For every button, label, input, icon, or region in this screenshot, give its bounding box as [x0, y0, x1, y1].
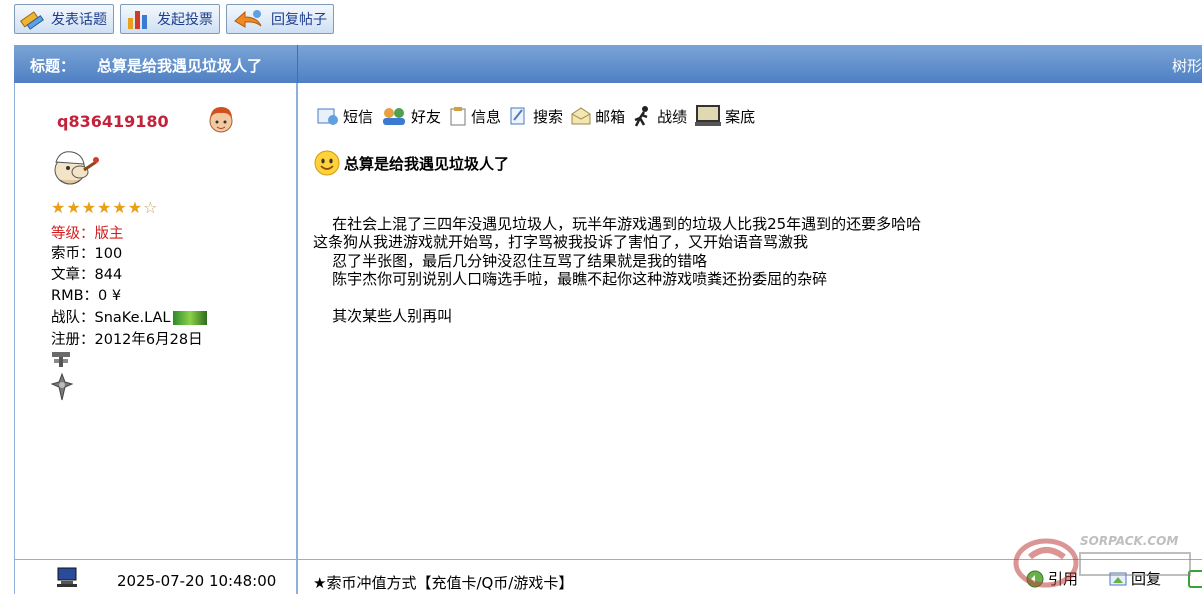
articles-value: 844: [94, 267, 123, 283]
case-link[interactable]: 案底: [694, 104, 755, 128]
empty-star-icon: ☆: [143, 198, 158, 217]
register-label: 注册：: [51, 332, 95, 348]
title-divider: [297, 45, 298, 83]
coin-recharge-link[interactable]: ★索币冲值方式【充值卡/Q币/游戏卡】: [313, 572, 573, 593]
post-body: 在社会上混了三四年没遇见垃圾人，玩半年游戏遇到的垃圾人比我25年遇到的还要多哈哈…: [313, 196, 921, 344]
message-link[interactable]: 短信: [316, 106, 373, 127]
articles-label: 文章：: [51, 267, 95, 283]
search-link[interactable]: 搜索: [508, 106, 563, 127]
topic-title-bar: 标题： 总算是给我遇见垃圾人了 树形: [14, 45, 1202, 83]
friends-icon: [383, 108, 406, 125]
medal-cross-icon: [51, 372, 73, 401]
star-icon: ★: [127, 198, 143, 217]
envelope-icon: [571, 107, 591, 125]
popeye-avatar: [54, 151, 99, 185]
user-coins: 索币：100: [51, 245, 122, 263]
register-value: 2012年6月28日: [94, 332, 203, 348]
quote-icon: [1026, 570, 1044, 587]
user-articles: 文章：844: [51, 266, 122, 284]
tree-view-link[interactable]: 树形: [1172, 55, 1202, 76]
star-icon: ★: [66, 198, 81, 217]
post-line: 忍了半张图，最后几分钟没忍住互骂了结果就是我的错咯: [313, 251, 708, 270]
topic-title: 总算是给我遇见垃圾人了: [97, 57, 263, 75]
edit-icon[interactable]: [1188, 570, 1202, 588]
column-divider: [296, 83, 298, 594]
user-level: 等级：版主: [51, 225, 124, 243]
quote-label: 引用: [1048, 570, 1079, 588]
record-link[interactable]: 战绩: [632, 105, 687, 127]
post-date: 2025-07-20 10:48:00: [117, 572, 277, 590]
reply-arrow-icon: [234, 10, 262, 28]
info-link[interactable]: 信息: [448, 106, 501, 127]
quote-button[interactable]: 引用: [1025, 568, 1078, 589]
info-label: 信息: [471, 107, 502, 126]
post-line: 陈宇杰你可别说别人口嗨选手啦，最瞧不起你这种游戏喷粪还扮委屈的杂碎: [313, 270, 828, 288]
level-label: 等级：: [51, 226, 95, 242]
star-icon: ★: [112, 198, 127, 217]
post-toolbar: 发表话题 发起投票 回复帖子: [14, 0, 334, 38]
rank-stars: ★ ★ ★ ★ ★ ★ ☆: [51, 199, 157, 217]
computer-icon: [57, 567, 77, 587]
title-label: 标题：: [30, 57, 76, 75]
reply-post-button[interactable]: 回复帖子: [226, 4, 334, 34]
record-label: 战绩: [657, 107, 688, 126]
message-icon: [317, 108, 338, 125]
team-value[interactable]: SnaKe.LAL: [95, 310, 171, 326]
post-line: 这条狗从我进游戏就开始骂，打字骂被我投诉了害怕了，又开始语音骂激我: [313, 233, 809, 251]
smiley-icon: [314, 150, 340, 176]
bar-chart-icon: [128, 11, 147, 29]
mailbox-link[interactable]: 邮箱: [570, 106, 625, 127]
new-topic-button[interactable]: 发表话题: [14, 4, 114, 34]
clipboard-icon: [450, 107, 466, 126]
case-label: 案底: [725, 107, 756, 126]
coins-label: 索币：: [51, 246, 95, 262]
new-topic-label: 发表话题: [51, 12, 107, 28]
rmb-value: 0 ¥: [98, 288, 122, 304]
reply-post-label: 回复帖子: [271, 12, 327, 28]
team-logo-icon: [172, 311, 207, 325]
level-value: 版主: [94, 226, 124, 242]
star-icon: ★: [51, 198, 66, 217]
gender-avatar-icon: [209, 107, 233, 133]
medal-bar-icon: [52, 352, 70, 367]
username[interactable]: q836419180: [57, 112, 169, 131]
post-line: [313, 289, 921, 308]
mailbox-label: 邮箱: [595, 107, 626, 126]
user-rmb: RMB：0 ¥: [51, 287, 121, 305]
rmb-label: RMB：: [51, 288, 99, 304]
coins-value: 100: [94, 246, 123, 262]
reply-label: 回复: [1131, 570, 1162, 588]
team-label: 战队：: [51, 310, 95, 326]
monitor-icon: [695, 105, 722, 126]
star-icon: ★: [97, 198, 112, 217]
search-doc-icon: [510, 107, 525, 125]
user-team: 战队：SnaKe.LAL: [51, 309, 207, 327]
footer-divider: [14, 559, 1202, 560]
reply-button[interactable]: 回复: [1108, 568, 1161, 589]
new-poll-label: 发起投票: [157, 12, 213, 28]
friend-link[interactable]: 好友: [380, 106, 441, 127]
search-label: 搜索: [533, 107, 564, 126]
post-title: 总算是给我遇见垃圾人了: [344, 154, 510, 173]
pencil-icon: [20, 11, 44, 30]
user-actions: 短信 好友 信息 搜索 邮箱 战绩 案底: [316, 104, 755, 128]
new-poll-button[interactable]: 发起投票: [120, 4, 220, 34]
star-icon: ★: [81, 198, 97, 217]
user-register-date: 注册：2012年6月28日: [51, 331, 203, 349]
post-line: 其次某些人别再叫: [313, 307, 453, 325]
reply-icon: [1109, 572, 1127, 585]
post-heading: 总算是给我遇见垃圾人了: [314, 150, 509, 176]
message-label: 短信: [343, 107, 374, 126]
friend-label: 好友: [411, 107, 442, 126]
post-line: 在社会上混了三四年没遇见垃圾人，玩半年游戏遇到的垃圾人比我25年遇到的还要多哈哈: [313, 214, 922, 233]
runner-icon: [634, 106, 649, 127]
